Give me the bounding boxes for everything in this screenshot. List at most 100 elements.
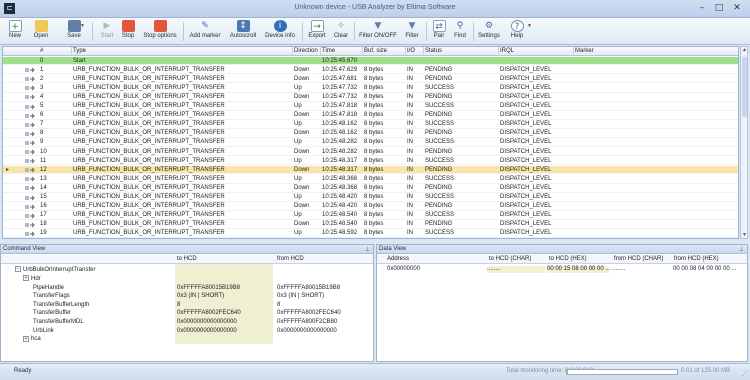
- column-to-hcd-hex[interactable]: to HCD (HEX): [549, 256, 587, 262]
- urb-icon: [25, 122, 35, 128]
- table-row[interactable]: 13 URB_FUNCTION_BULK_OR_INTERRUPT_TRANSFE…: [3, 175, 738, 184]
- column-type[interactable]: Type: [73, 48, 86, 54]
- table-row[interactable]: 19 URB_FUNCTION_BULK_OR_INTERRUPT_TRANSFE…: [3, 230, 738, 238]
- stop-options-button[interactable]: Stop options: [141, 19, 179, 44]
- column-to-hcd[interactable]: to HCD: [177, 256, 197, 262]
- autoscroll-icon: ↕: [236, 20, 250, 32]
- tree-item[interactable]: UrbLink: [33, 327, 54, 335]
- row-num: 12: [40, 166, 47, 173]
- table-row[interactable]: 3 URB_FUNCTION_BULK_OR_INTERRUPT_TRANSFER…: [3, 84, 738, 93]
- help-dropdown-icon[interactable]: ▼: [527, 23, 532, 29]
- column-from-hcd-hex[interactable]: from HCD (HEX): [674, 256, 719, 262]
- table-row[interactable]: 11 URB_FUNCTION_BULK_OR_INTERRUPT_TRANSFE…: [3, 157, 738, 166]
- find-button[interactable]: ⚲ Find: [451, 19, 469, 44]
- maximize-icon[interactable]: □: [711, 2, 727, 15]
- row-type: URB_FUNCTION_BULK_OR_INTERRUPT_TRANSFER: [73, 84, 225, 91]
- minimize-icon[interactable]: –: [694, 2, 710, 15]
- expand-icon[interactable]: +: [23, 275, 29, 282]
- pin-icon[interactable]: ⊥: [365, 245, 370, 254]
- collapse-icon[interactable]: −: [15, 266, 21, 273]
- tree-item[interactable]: + hca: [23, 335, 41, 343]
- tree-root[interactable]: − UrbBulkOrInterruptTransfer: [15, 266, 95, 274]
- resize-grip-icon[interactable]: ⋰: [742, 370, 748, 377]
- row-num: 7: [40, 121, 44, 128]
- tree-item[interactable]: TransferBufferLength: [33, 301, 89, 309]
- pair-button[interactable]: ⇄ Pair: [430, 19, 448, 44]
- row-irql: DISPATCH_LEVEL: [500, 184, 552, 191]
- table-row[interactable]: 1 URB_FUNCTION_BULK_OR_INTERRUPT_TRANSFER…: [3, 66, 738, 75]
- filter-button[interactable]: ▼ Filter: [402, 19, 422, 44]
- export-button[interactable]: → Export: [305, 19, 329, 44]
- row-irql: DISPATCH_LEVEL: [500, 166, 552, 173]
- table-row[interactable]: 2 URB_FUNCTION_BULK_OR_INTERRUPT_TRANSFER…: [3, 75, 738, 84]
- clear-button[interactable]: ✧ Clear: [331, 19, 351, 44]
- new-button[interactable]: + New: [4, 19, 26, 44]
- row-direction: Down: [294, 130, 310, 137]
- table-row[interactable]: 5 URB_FUNCTION_BULK_OR_INTERRUPT_TRANSFER…: [3, 103, 738, 111]
- filter-onoff-button[interactable]: ▼ Filter ON/OFF: [358, 19, 398, 44]
- row-direction: Down: [294, 75, 310, 82]
- table-row[interactable]: 4 URB_FUNCTION_BULK_OR_INTERRUPT_TRANSFER…: [3, 93, 738, 102]
- autoscroll-button[interactable]: ↕ Autoscroll: [227, 19, 259, 44]
- stop-icon: [121, 20, 135, 32]
- column-status[interactable]: Status: [425, 48, 442, 54]
- row-type: URB_FUNCTION_BULK_OR_INTERRUPT_TRANSFER: [73, 212, 225, 219]
- data-row[interactable]: 0x00000000 ........ 00 00 15 08 00 00 00…: [377, 265, 747, 274]
- column-marker[interactable]: Marker: [575, 48, 594, 54]
- table-row[interactable]: ▸ 12 URB_FUNCTION_BULK_OR_INTERRUPT_TRANSF…: [3, 166, 738, 175]
- tree-item[interactable]: TransferBufferMDL: [33, 318, 84, 326]
- row-time: 10:25:48.368: [322, 184, 358, 191]
- column-io[interactable]: I/O: [407, 48, 415, 54]
- table-row[interactable]: 15 URB_FUNCTION_BULK_OR_INTERRUPT_TRANSFE…: [3, 194, 738, 202]
- pin-icon[interactable]: ⊥: [739, 245, 744, 254]
- row-buf-size: 8 bytes: [364, 194, 384, 200]
- column-time[interactable]: Time: [322, 48, 335, 54]
- column-irql[interactable]: IRQL: [500, 48, 514, 54]
- table-row[interactable]: 8 URB_FUNCTION_BULK_OR_INTERRUPT_TRANSFER…: [3, 130, 738, 139]
- column-direction[interactable]: Direction: [294, 48, 318, 54]
- table-row[interactable]: 18 URB_FUNCTION_BULK_OR_INTERRUPT_TRANSFE…: [3, 221, 738, 230]
- row-direction: Down: [294, 221, 310, 228]
- table-row[interactable]: 10 URB_FUNCTION_BULK_OR_INTERRUPT_TRANSFE…: [3, 148, 738, 157]
- save-dropdown-icon[interactable]: ▼: [80, 23, 85, 29]
- column-num[interactable]: #: [40, 48, 43, 54]
- row-time: 10:25:47.681: [322, 75, 358, 82]
- column-buf-size[interactable]: Buf. size: [364, 48, 387, 54]
- table-row[interactable]: 16 URB_FUNCTION_BULK_OR_INTERRUPT_TRANSFE…: [3, 203, 738, 211]
- tree-item[interactable]: + Hdr: [23, 275, 41, 283]
- tree-item[interactable]: TransferFlags: [33, 292, 70, 300]
- field-to-hcd: 0x0000000000000000: [177, 319, 237, 325]
- row-type: URB_FUNCTION_BULK_OR_INTERRUPT_TRANSFER: [73, 184, 225, 191]
- data-from-hex: 00 00 08 04 00 00 00 ...: [673, 265, 737, 272]
- add-marker-button[interactable]: ✎ Add marker: [188, 19, 222, 44]
- scroll-up-icon[interactable]: ▲: [741, 47, 748, 53]
- open-button[interactable]: Open: [28, 19, 54, 44]
- table-row[interactable]: 6 URB_FUNCTION_BULK_OR_INTERRUPT_TRANSFER…: [3, 112, 738, 120]
- column-from-hcd-char[interactable]: from HCD (CHAR): [614, 256, 663, 262]
- table-row[interactable]: 7 URB_FUNCTION_BULK_OR_INTERRUPT_TRANSFER…: [3, 121, 738, 129]
- close-icon[interactable]: ✕: [729, 2, 745, 15]
- grid-scrollbar[interactable]: ▲ ▼: [740, 46, 748, 239]
- table-row[interactable]: 14 URB_FUNCTION_BULK_OR_INTERRUPT_TRANSFE…: [3, 184, 738, 193]
- scrollbar-thumb[interactable]: [742, 57, 747, 117]
- device-info-button[interactable]: i Device info: [263, 19, 297, 44]
- table-row[interactable]: 17 URB_FUNCTION_BULK_OR_INTERRUPT_TRANSFE…: [3, 212, 738, 220]
- row-direction: Down: [294, 203, 310, 210]
- start-button[interactable]: ▶ Start: [96, 19, 118, 44]
- tree-item[interactable]: TransferBuffer: [33, 309, 71, 317]
- tree-item[interactable]: PipeHandle: [33, 284, 64, 292]
- row-type: URB_FUNCTION_BULK_OR_INTERRUPT_TRANSFER: [73, 148, 225, 155]
- scroll-down-icon[interactable]: ▼: [741, 232, 748, 238]
- table-row[interactable]: 9 URB_FUNCTION_BULK_OR_INTERRUPT_TRANSFER…: [3, 139, 738, 148]
- expand-icon[interactable]: +: [23, 335, 29, 342]
- row-time: 10:25:48.282: [322, 148, 358, 155]
- field-from-hcd: 0x3 (IN | SHORT): [277, 293, 325, 300]
- column-address[interactable]: Address: [387, 256, 409, 262]
- settings-button[interactable]: ⚙ Settings: [477, 19, 501, 44]
- command-view-columns: to HCD from HCD: [1, 255, 373, 264]
- column-from-hcd[interactable]: from HCD: [277, 256, 304, 262]
- stop-button[interactable]: Stop: [118, 19, 138, 44]
- column-to-hcd-char[interactable]: to HCD (CHAR): [489, 256, 531, 262]
- help-button[interactable]: ? Help: [507, 19, 527, 44]
- table-row[interactable]: 0 Start 10:25:45.670: [3, 57, 738, 66]
